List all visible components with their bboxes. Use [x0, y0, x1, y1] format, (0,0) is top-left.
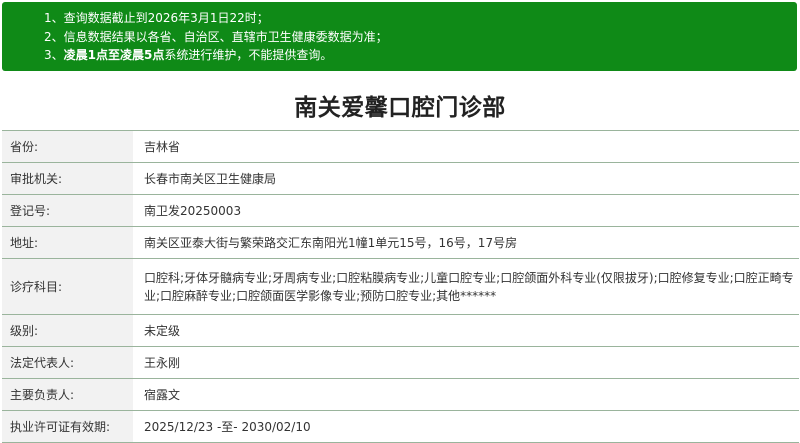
row-label: 审批机关:	[2, 162, 133, 195]
notice-line-3: 3、凌晨1点至凌晨5点系统进行维护，不能提供查询。	[44, 46, 797, 65]
row-label: 级别:	[2, 314, 133, 347]
notice-line-2: 2、信息数据结果以各省、自治区、直辖市卫生健康委数据为准；	[44, 28, 797, 47]
row-value: 南卫发20250003	[133, 194, 799, 227]
row-value: 2025/12/23 -至- 2030/02/10	[133, 410, 799, 443]
notice-text: 查询数据截止到2026年3月1日22时；	[63, 11, 269, 25]
row-label: 诊疗科目:	[2, 258, 133, 315]
table-row-registration-number: 登记号: 南卫发20250003	[2, 194, 799, 227]
row-value: 口腔科;牙体牙髓病专业;牙周病专业;口腔粘膜病专业;儿童口腔专业;口腔颌面外科专…	[133, 258, 799, 315]
table-row-address: 地址: 南关区亚泰大街与繁荣路交汇东南阳光1幢1单元15号，16号，17号房	[2, 226, 799, 259]
row-label: 省份:	[2, 130, 133, 163]
notice-num: 3、	[44, 48, 64, 62]
table-row-approval-authority: 审批机关: 长春市南关区卫生健康局	[2, 162, 799, 195]
notice-text: 信息数据结果以各省、自治区、直辖市卫生健康委数据为准；	[63, 29, 388, 44]
table-row-legal-representative: 法定代表人: 王永刚	[2, 346, 799, 379]
row-label: 执业许可证有效期:	[2, 410, 133, 443]
page-title: 南关爱馨口腔门诊部	[294, 95, 506, 121]
notice-bold-text: 凌晨1点至凌晨5点	[63, 48, 165, 62]
table-row-province: 省份: 吉林省	[2, 130, 799, 163]
notice-text: 系统进行维护，不能提供查询。	[164, 48, 333, 62]
row-value: 长春市南关区卫生健康局	[133, 162, 799, 195]
row-value: 未定级	[133, 314, 799, 347]
row-value: 王永刚	[133, 346, 799, 379]
table-row-treatment-subjects: 诊疗科目: 口腔科;牙体牙髓病专业;牙周病专业;口腔粘膜病专业;儿童口腔专业;口…	[2, 258, 799, 315]
row-label: 地址:	[2, 226, 133, 259]
table-row-level: 级别: 未定级	[2, 314, 799, 347]
row-label: 主要负责人:	[2, 378, 133, 411]
row-value: 宿露文	[133, 378, 799, 411]
info-table: 省份: 吉林省 审批机关: 长春市南关区卫生健康局 登记号: 南卫发202500…	[2, 130, 799, 443]
row-value: 南关区亚泰大街与繁荣路交汇东南阳光1幢1单元15号，16号，17号房	[133, 226, 799, 259]
table-row-license-validity: 执业许可证有效期: 2025/12/23 -至- 2030/02/10	[2, 410, 799, 443]
table-row-principal: 主要负责人: 宿露文	[2, 378, 799, 411]
notice-num: 2、	[44, 29, 64, 44]
notice-num: 1、	[44, 11, 64, 25]
row-label: 登记号:	[2, 194, 133, 227]
row-label: 法定代表人:	[2, 346, 133, 379]
notice-line-1: 1、查询数据截止到2026年3月1日22时；	[44, 9, 797, 28]
row-value: 吉林省	[133, 130, 799, 163]
notice-banner: 1、查询数据截止到2026年3月1日22时； 2、信息数据结果以各省、自治区、直…	[2, 2, 797, 71]
